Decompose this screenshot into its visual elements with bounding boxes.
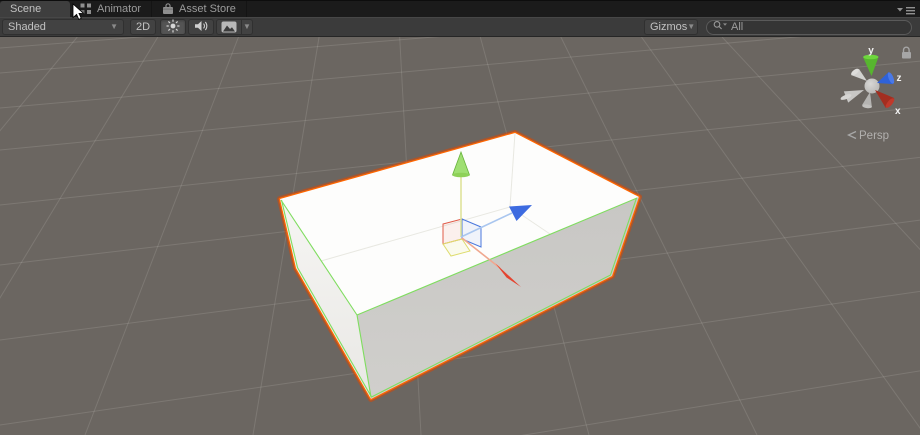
search-value: All [731, 21, 743, 33]
scene-viewport[interactable]: y z x Persp [0, 37, 920, 435]
effects-dropdown-arrow[interactable]: ▼ [241, 20, 252, 34]
animator-icon [80, 3, 92, 15]
toggle-2d-button[interactable]: 2D [130, 19, 156, 35]
scene-toolbar: Shaded ▼ 2D [0, 17, 920, 37]
chevron-down-icon: ▼ [243, 23, 251, 31]
toggle-2d-label: 2D [136, 21, 150, 33]
tab-scene[interactable]: Scene [0, 1, 70, 17]
chevron-down-icon: ▼ [687, 23, 695, 31]
tab-scene-label: Scene [10, 3, 41, 15]
tab-asset-store[interactable]: Asset Store [152, 1, 247, 17]
speaker-icon [194, 20, 209, 35]
audio-toggle-button[interactable] [188, 19, 214, 35]
chevron-down-icon: ▼ [110, 23, 118, 31]
asset-store-icon [162, 3, 174, 15]
gizmos-dropdown[interactable]: Gizmos ▼ [644, 19, 698, 35]
shading-mode-dropdown[interactable]: Shaded ▼ [2, 19, 124, 35]
search-icon [713, 20, 728, 34]
camera-mode-label: Persp [859, 130, 889, 142]
lighting-toggle-button[interactable] [160, 19, 186, 35]
shading-mode-label: Shaded [8, 21, 46, 33]
pane-menu-icon[interactable] [897, 6, 917, 15]
tab-animator[interactable]: Animator [70, 1, 152, 17]
tab-asset-store-label: Asset Store [179, 3, 236, 15]
dock-tab-bar: Scene Animator Asset Store [0, 0, 920, 17]
axis-label-y: y [868, 46, 874, 57]
gizmos-label: Gizmos [650, 21, 687, 33]
axis-label-x: x [895, 106, 901, 117]
scene-search-field[interactable]: All [706, 20, 912, 35]
effects-toggle-button[interactable]: ▼ [216, 19, 253, 35]
sun-icon [166, 19, 180, 36]
tab-animator-label: Animator [97, 3, 141, 15]
unity-scene-window: Scene Animator Asset Store [0, 0, 920, 435]
image-icon [217, 20, 241, 34]
axis-label-z: z [897, 73, 902, 84]
